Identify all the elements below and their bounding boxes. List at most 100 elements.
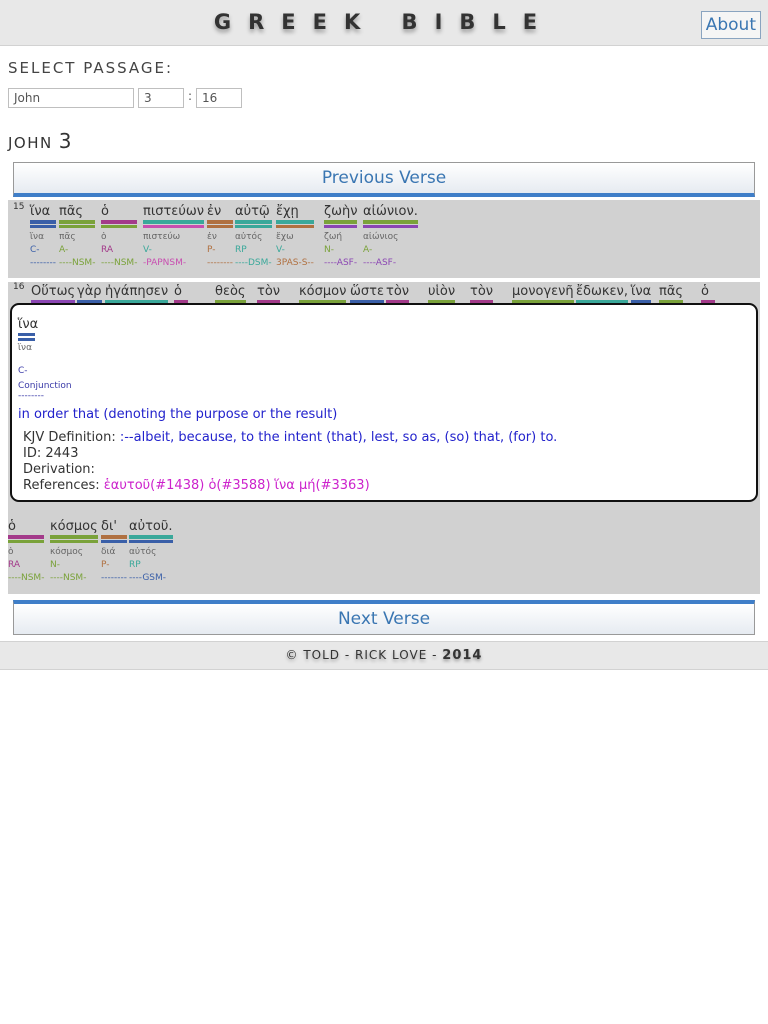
word-text: αὐτοῦ. <box>129 519 173 534</box>
greek-word[interactable]: δι' διά P- -------- <box>101 519 127 583</box>
chapter-heading: JOHN 3 <box>8 129 71 153</box>
greek-word[interactable]: ζωὴν ζωή N- ----ASF- <box>324 204 358 268</box>
word-text: ἐν <box>207 204 222 219</box>
popup-word-bar <box>18 333 35 336</box>
greek-word[interactable]: αἰώνιον. αἰώνιος A- ----ASF- <box>363 204 418 268</box>
greek-word[interactable]: ἵνα <box>631 284 652 304</box>
popup-derivation: Derivation: <box>23 462 95 477</box>
next-verse-button[interactable]: Next Verse <box>13 600 755 635</box>
greek-word[interactable]: Οὕτως <box>31 284 76 304</box>
word-pos: C- <box>30 245 40 255</box>
word-text: ὁ <box>8 519 16 534</box>
word-parse: -------- <box>101 573 127 583</box>
greek-word[interactable]: πᾶς <box>659 284 684 304</box>
popup-pos-name: Conjunction <box>18 381 72 391</box>
greek-word[interactable]: κόσμον <box>299 284 347 304</box>
word-lemma: ἵνα <box>30 232 45 242</box>
word-text: ζωὴν <box>324 204 358 219</box>
passage-separator: : <box>188 89 193 103</box>
word-bar <box>30 225 56 228</box>
word-text: ἵνα <box>631 284 652 299</box>
word-pos: A- <box>59 245 69 255</box>
greek-word[interactable]: τὸν <box>386 284 410 304</box>
word-bar <box>207 225 233 228</box>
word-text: ἔχῃ <box>276 204 299 219</box>
word-pos: A- <box>363 245 373 255</box>
id-label: ID: <box>23 446 42 461</box>
greek-word[interactable]: ἐν ἐν P- -------- <box>207 204 233 268</box>
references-value[interactable]: ἑαυτοῦ(#1438) ὁ(#3588) ἵνα μή(#3363) <box>104 478 370 493</box>
word-text: πᾶς <box>59 204 84 219</box>
greek-word[interactable]: αὐτῷ αὐτός RP ----DSM- <box>235 204 272 268</box>
word-text: ἠγάπησεν <box>105 284 169 299</box>
greek-word[interactable]: πᾶς πᾶς A- ----NSM- <box>59 204 96 268</box>
greek-word[interactable]: μονογενῆ <box>512 284 574 304</box>
greek-word[interactable]: κόσμος κόσμος N- ----NSM- <box>50 519 98 583</box>
chapter-number: 3 <box>58 129 72 153</box>
word-text: αἰώνιον. <box>363 204 418 219</box>
about-button[interactable]: About <box>700 11 761 39</box>
chapter-input[interactable]: 3 <box>138 88 184 108</box>
word-parse: ----DSM- <box>235 258 272 268</box>
derivation-label: Derivation: <box>23 462 95 477</box>
greek-word[interactable]: ὁ ὁ RA ----NSM- <box>101 204 138 268</box>
popup-definition: in order that (denoting the purpose or t… <box>18 407 338 422</box>
word-parse: ----NSM- <box>50 573 87 583</box>
word-text: υἱὸν <box>428 284 456 299</box>
footer-year: 2014 <box>442 648 483 663</box>
greek-word[interactable]: ὁ ὁ RA ----NSM- <box>8 519 45 583</box>
greek-word[interactable]: ὥστε <box>350 284 384 304</box>
word-lemma: αἰώνιος <box>363 232 399 242</box>
greek-word[interactable]: γὰρ <box>77 284 102 304</box>
word-parse: ----ASF- <box>363 258 397 268</box>
word-bar <box>59 220 96 224</box>
greek-word[interactable]: ἵνα ἵνα C- -------- <box>30 204 56 268</box>
word-text: πιστεύων <box>143 204 204 219</box>
word-pos: RA <box>101 245 114 255</box>
greek-word[interactable]: ὁ <box>174 284 188 304</box>
word-pos: P- <box>101 560 110 570</box>
word-bar <box>207 220 233 224</box>
word-parse: ----NSM- <box>59 258 96 268</box>
word-lemma: ἐν <box>207 232 217 242</box>
word-text: ἔδωκεν, <box>576 284 628 299</box>
greek-word[interactable]: ὁ <box>701 284 715 304</box>
word-bar <box>50 535 98 539</box>
popup-word-bar <box>18 338 35 341</box>
word-pos: RA <box>8 560 21 570</box>
word-lemma: αὐτός <box>235 232 263 242</box>
word-parse: -PAPNSM- <box>143 258 187 268</box>
greek-word[interactable]: τὸν <box>470 284 494 304</box>
greek-word[interactable]: τὸν <box>257 284 281 304</box>
word-bar <box>235 225 272 228</box>
word-text: τὸν <box>470 284 494 299</box>
word-text: κόσμον <box>299 284 347 299</box>
word-text: δι' <box>101 519 117 534</box>
greek-word[interactable]: ἔδωκεν, <box>576 284 628 304</box>
word-bar <box>129 535 173 539</box>
previous-verse-button[interactable]: Previous Verse <box>13 162 755 197</box>
word-parse: -------- <box>207 258 233 268</box>
verse-input[interactable]: 16 <box>196 88 242 108</box>
greek-word[interactable]: πιστεύων πιστεύω V- -PAPNSM- <box>143 204 204 268</box>
greek-word[interactable]: ἔχῃ ἔχω V- 3PAS-S-- <box>276 204 314 268</box>
word-bar <box>276 220 314 224</box>
greek-word[interactable]: ἠγάπησεν <box>105 284 169 304</box>
word-bar <box>143 225 204 228</box>
word-pos: RP <box>235 245 247 255</box>
footer-author: RICK LOVE <box>355 648 428 662</box>
word-lemma: ὁ <box>8 547 14 557</box>
greek-word[interactable]: υἱὸν <box>428 284 456 304</box>
word-text: τὸν <box>257 284 281 299</box>
word-pos: RP <box>129 560 141 570</box>
word-parse: ----NSM- <box>101 258 138 268</box>
word-pos: P- <box>207 245 216 255</box>
greek-word[interactable]: θεὸς <box>215 284 246 304</box>
popup-pos-code: C- <box>18 366 28 376</box>
word-bar <box>143 220 204 224</box>
word-text: ὁ <box>701 284 709 299</box>
book-input[interactable]: John <box>8 88 134 108</box>
word-text: πᾶς <box>659 284 684 299</box>
footer: © TOLD - RICK LOVE - 2014 <box>0 641 768 670</box>
greek-word[interactable]: αὐτοῦ. αὐτός RP ----GSM- <box>129 519 173 583</box>
